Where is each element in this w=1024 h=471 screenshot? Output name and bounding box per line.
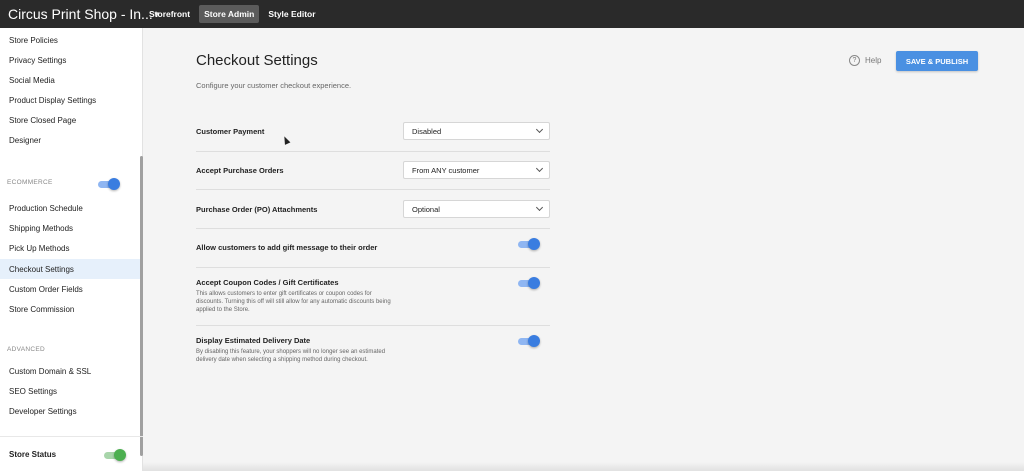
customer-payment-value: Disabled [412, 126, 442, 136]
store-status-toggle[interactable] [104, 449, 126, 461]
sidebar-item-privacy-settings[interactable]: Privacy Settings [0, 50, 141, 70]
row-divider [196, 151, 550, 152]
sidebar-item-custom-order-fields[interactable]: Custom Order Fields [0, 279, 141, 299]
accept-purchase-orders-value: From ANY customer [412, 165, 480, 175]
help-link[interactable]: ? Help [849, 55, 881, 66]
customer-payment-label: Customer Payment [196, 127, 265, 136]
sidebar-item-store-closed-page[interactable]: Store Closed Page [0, 110, 141, 130]
po-attachments-value: Optional [412, 204, 440, 214]
delivery-date-toggle[interactable] [518, 335, 540, 347]
sidebar-item-store-policies[interactable]: Store Policies [0, 30, 141, 50]
sidebar: Store Policies Privacy Settings Social M… [0, 28, 143, 471]
tab-store-admin[interactable]: Store Admin [199, 5, 260, 23]
save-publish-button[interactable]: SAVE & PUBLISH [896, 51, 978, 71]
shop-name: Circus Print Shop - In... [8, 6, 153, 22]
question-circle-icon: ? [849, 55, 860, 66]
sidebar-item-store-commission[interactable]: Store Commission [0, 299, 141, 319]
bottom-shadow [143, 462, 1024, 471]
tab-style-editor[interactable]: Style Editor [263, 5, 320, 23]
customer-payment-select[interactable]: Disabled [403, 122, 550, 140]
row-divider [196, 267, 550, 268]
store-status-label: Store Status [9, 450, 57, 459]
ecommerce-toggle[interactable] [98, 178, 120, 190]
chevron-down-icon [535, 164, 544, 173]
sidebar-item-social-media[interactable]: Social Media [0, 70, 141, 90]
sidebar-item-checkout-settings[interactable]: Checkout Settings [0, 259, 141, 279]
sidebar-item-pick-up-methods[interactable]: Pick Up Methods [0, 238, 141, 258]
chevron-down-icon [535, 125, 544, 134]
top-navigation-bar: Circus Print Shop - In... ▼ Storefront S… [0, 0, 1024, 28]
sidebar-scrollbar[interactable] [140, 156, 143, 456]
chevron-down-icon [535, 203, 544, 212]
coupon-codes-toggle[interactable] [518, 277, 540, 289]
row-divider [196, 325, 550, 326]
sidebar-divider [0, 436, 143, 437]
sidebar-item-seo-settings[interactable]: SEO Settings [0, 381, 141, 401]
sidebar-item-custom-domain-ssl[interactable]: Custom Domain & SSL [0, 361, 141, 381]
page-subtitle: Configure your customer checkout experie… [196, 81, 352, 90]
section-label-ecommerce: ECOMMERCE [7, 179, 53, 186]
page-title: Checkout Settings [196, 52, 318, 69]
sidebar-item-product-display-settings[interactable]: Product Display Settings [0, 90, 141, 110]
coupon-codes-label: Accept Coupon Codes / Gift Certificates [196, 278, 339, 287]
gift-message-toggle[interactable] [518, 238, 540, 250]
accept-purchase-orders-label: Accept Purchase Orders [196, 166, 284, 175]
po-attachments-select[interactable]: Optional [403, 200, 550, 218]
tab-storefront[interactable]: Storefront [144, 5, 195, 23]
delivery-date-description: By disabling this feature, your shoppers… [196, 349, 386, 363]
section-label-advanced: ADVANCED [7, 346, 46, 353]
sidebar-item-designer[interactable]: Designer [0, 130, 141, 150]
po-attachments-label: Purchase Order (PO) Attachments [196, 205, 318, 214]
delivery-date-label: Display Estimated Delivery Date [196, 336, 311, 345]
shop-selector[interactable]: Circus Print Shop - In... ▼ [0, 6, 161, 22]
row-divider [196, 189, 550, 190]
sidebar-item-production-schedule[interactable]: Production Schedule [0, 198, 141, 218]
mouse-cursor-icon [281, 135, 291, 145]
sidebar-item-developer-settings[interactable]: Developer Settings [0, 401, 141, 421]
row-divider [196, 228, 550, 229]
gift-message-label: Allow customers to add gift message to t… [196, 243, 378, 252]
coupon-codes-description: This allows customers to enter gift cert… [196, 291, 391, 313]
accept-purchase-orders-select[interactable]: From ANY customer [403, 161, 550, 179]
sidebar-item-shipping-methods[interactable]: Shipping Methods [0, 218, 141, 238]
help-label: Help [865, 56, 882, 65]
